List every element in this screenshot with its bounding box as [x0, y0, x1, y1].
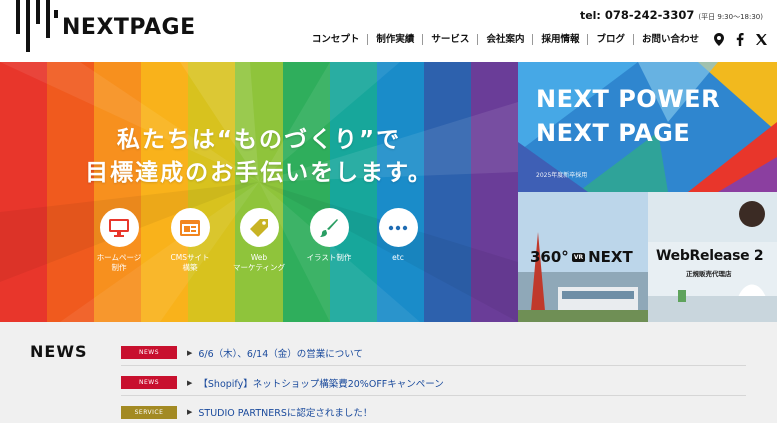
banner-webrelease-sub: 正規販売代理店 [686, 270, 732, 278]
tel-info[interactable]: tel: 078-242-3307 (平日 9:30〜18:30) [580, 8, 763, 22]
light-rays [0, 62, 518, 322]
news-heading: NEWS [30, 342, 88, 361]
hero-visual: 私たちは“ものづくり”で 目標達成のお手伝いをします。 ホームページ 制作 CM… [0, 62, 518, 322]
news-link[interactable]: 6/6（木）、6/14（金）の営業について [198, 346, 363, 360]
banner-recruit-line-1: NEXT POWER [536, 85, 721, 113]
caret-right-icon: ▶ [187, 408, 193, 416]
banner-recruit-title: NEXT POWER NEXT PAGE [536, 82, 720, 150]
banner-webrelease[interactable]: WebRelease 2 正規販売代理店 [648, 192, 777, 322]
facebook-icon[interactable] [734, 32, 746, 46]
service-cms[interactable]: CMSサイト 構築 [155, 208, 225, 273]
x-icon[interactable] [755, 32, 767, 46]
news-tag: NEWS [121, 346, 177, 359]
site-header: NEXTPAGE tel: 078-242-3307 (平日 9:30〜18:3… [0, 0, 777, 62]
banner-vr[interactable]: 360° VR NEXT [518, 192, 648, 322]
service-label: イラスト制作 [306, 253, 352, 262]
cms-window-icon [170, 208, 210, 247]
news-item[interactable]: SERVICE ▶ STUDIO PARTNERSに認定されました！ [121, 399, 746, 423]
service-etc[interactable]: etc [363, 208, 433, 263]
tel-number[interactable]: 078-242-3307 [605, 8, 695, 22]
logo-mark-icon [14, 0, 58, 52]
site-logo[interactable]: NEXTPAGE [14, 0, 196, 52]
brush-icon [309, 208, 349, 247]
service-illustration[interactable]: イラスト制作 [294, 208, 364, 263]
map-pin-icon[interactable] [713, 32, 725, 46]
banner-webrelease-title: WebRelease 2 [656, 248, 764, 264]
hero-line-1: 私たちは“ものづくり”で [116, 127, 402, 153]
price-tag-icon [239, 208, 279, 247]
tel-label: tel: [579, 9, 601, 22]
hero-catchcopy: 私たちは“ものづくり”で 目標達成のお手伝いをします。 [0, 124, 518, 190]
nav-item-company[interactable]: 会社案内 [477, 33, 532, 45]
nav-item-blog[interactable]: ブログ [587, 33, 633, 45]
more-dots-icon [378, 208, 418, 247]
nav-item-works[interactable]: 制作実績 [367, 33, 422, 45]
nav-item-concept[interactable]: コンセプト [304, 34, 368, 45]
caret-right-icon: ▶ [187, 378, 193, 387]
news-section: NEWS NEWS ▶ 6/6（木）、6/14（金）の営業について NEWS ▶… [0, 322, 777, 423]
banner-recruit-line-2: NEXT PAGE [536, 119, 691, 147]
service-label: Web マーケティング [233, 253, 285, 272]
banner-vr-prefix: 360° [530, 248, 569, 266]
service-label: CMSサイト 構築 [170, 253, 210, 272]
monitor-icon [99, 208, 139, 247]
news-item[interactable]: NEWS ▶ 6/6（木）、6/14（金）の営業について [121, 340, 746, 366]
banner-vr-suffix: NEXT [588, 248, 633, 266]
hero-line-2: 目標達成のお手伝いをします。 [85, 160, 433, 186]
vr-badge: VR [571, 252, 586, 262]
news-link[interactable]: STUDIO PARTNERSに認定されました！ [198, 405, 372, 419]
nav-item-service[interactable]: サービス [422, 33, 477, 45]
nav-item-contact[interactable]: お問い合わせ [632, 33, 707, 45]
banner-recruit-sub: 2025年度新卒採用 [536, 172, 588, 179]
banner-vr-title: 360° VR NEXT [530, 248, 633, 266]
global-nav: コンセプト 制作実績 サービス 会社案内 採用情報 ブログ お問い合わせ [304, 31, 767, 47]
nav-item-recruit[interactable]: 採用情報 [532, 33, 587, 45]
service-label: ホームページ 制作 [96, 253, 142, 272]
service-label: etc [392, 253, 404, 262]
logo-text: NEXTPAGE [62, 14, 196, 40]
news-link[interactable]: 【Shopify】ネットショップ構築費20%OFFキャンペーン [198, 376, 443, 390]
business-hours: (平日 9:30〜18:30) [698, 13, 763, 21]
news-tag: NEWS [121, 376, 177, 389]
service-marketing[interactable]: Web マーケティング [224, 208, 294, 273]
service-homepage[interactable]: ホームページ 制作 [84, 208, 154, 273]
news-item[interactable]: NEWS ▶ 【Shopify】ネットショップ構築費20%OFFキャンペーン [121, 370, 746, 396]
news-tag: SERVICE [121, 405, 177, 419]
caret-right-icon: ▶ [187, 348, 193, 357]
banner-recruit[interactable]: NEXT POWER NEXT PAGE 2025年度新卒採用 [518, 62, 777, 192]
